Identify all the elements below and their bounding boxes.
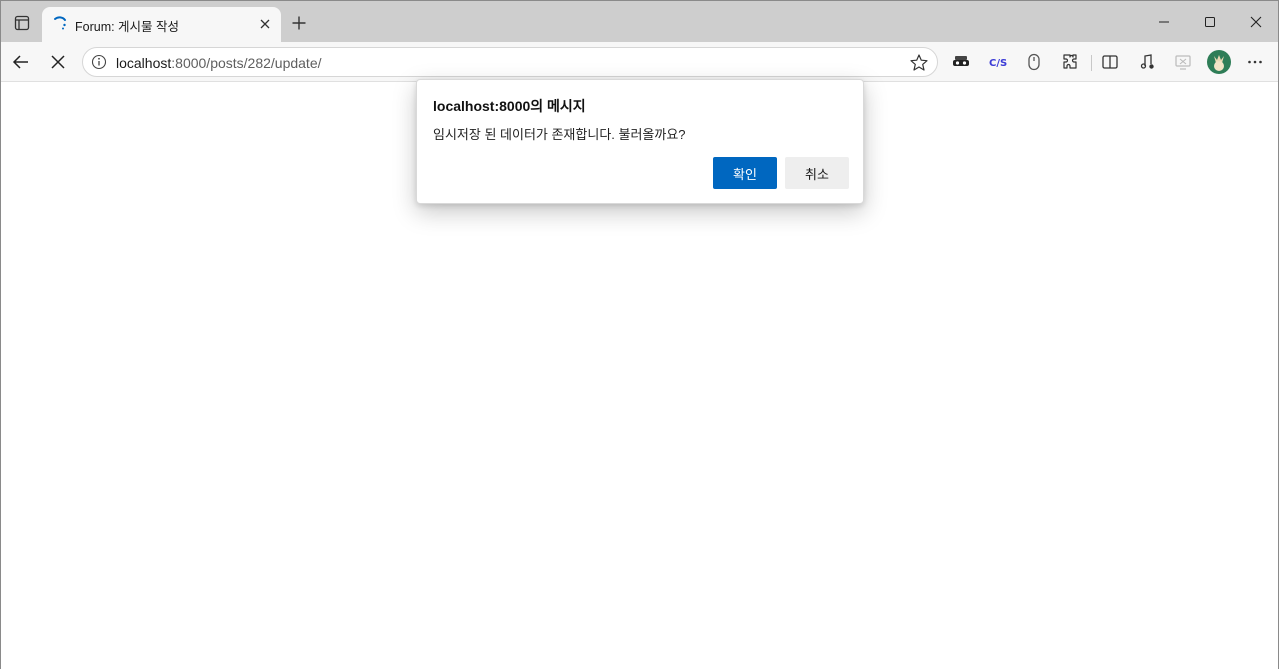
toolbar-divider <box>1091 55 1092 71</box>
close-window-button[interactable] <box>1241 9 1271 35</box>
tab-close-icon[interactable] <box>256 15 274 33</box>
extension-cjs-icon[interactable]: C/S <box>985 49 1011 75</box>
plus-icon <box>292 16 306 30</box>
url-path: :8000/posts/282/update/ <box>171 55 322 71</box>
svg-text:C/S: C/S <box>989 58 1007 69</box>
back-button[interactable] <box>8 49 34 75</box>
new-tab-button[interactable] <box>288 12 310 34</box>
extension-mask-icon[interactable] <box>948 49 974 75</box>
favorite-star-icon[interactable] <box>909 53 929 73</box>
extension-mouse-icon[interactable] <box>1021 49 1047 75</box>
profile-avatar[interactable] <box>1206 49 1232 75</box>
maximize-button[interactable] <box>1195 9 1225 35</box>
dialog-title: localhost:8000의 메시지 <box>433 98 586 114</box>
tab-bar: Forum: 게시물 작성 <box>1 1 1278 42</box>
more-icon[interactable] <box>1242 49 1268 75</box>
browser-window: Forum: 게시물 작성 localhost:8000/posts/282/u… <box>0 0 1279 669</box>
address-bar[interactable]: localhost:8000/posts/282/update/ <box>82 47 938 77</box>
stop-icon <box>51 55 65 69</box>
alert-dialog: localhost:8000의 메시지 임시저장 된 데이터가 존재합니다. 불… <box>416 79 864 204</box>
minimize-button[interactable] <box>1149 9 1179 35</box>
info-icon[interactable] <box>91 54 107 70</box>
tab-actions-icon[interactable] <box>9 10 35 36</box>
screenshot-icon[interactable] <box>1170 49 1196 75</box>
url-text[interactable]: localhost:8000/posts/282/update/ <box>116 55 322 71</box>
ok-button[interactable]: 확인 <box>713 157 777 189</box>
loading-spinner-icon <box>52 16 68 32</box>
browser-toolbar: localhost:8000/posts/282/update/ C/S <box>1 42 1278 82</box>
split-screen-icon[interactable] <box>1097 49 1123 75</box>
tab-title: Forum: 게시물 작성 <box>75 20 180 34</box>
dialog-message: 임시저장 된 데이터가 존재합니다. 불러올까요? <box>433 127 686 142</box>
cancel-button[interactable]: 취소 <box>785 157 849 189</box>
back-icon <box>12 55 28 69</box>
close-icon <box>1250 16 1262 28</box>
maximize-icon <box>1205 17 1215 27</box>
media-control-icon[interactable] <box>1134 49 1160 75</box>
minimize-icon <box>1159 21 1169 23</box>
extensions-icon[interactable] <box>1057 49 1083 75</box>
stop-button[interactable] <box>45 49 71 75</box>
tab-active[interactable]: Forum: 게시물 작성 <box>42 7 281 42</box>
url-host: localhost <box>116 55 172 71</box>
